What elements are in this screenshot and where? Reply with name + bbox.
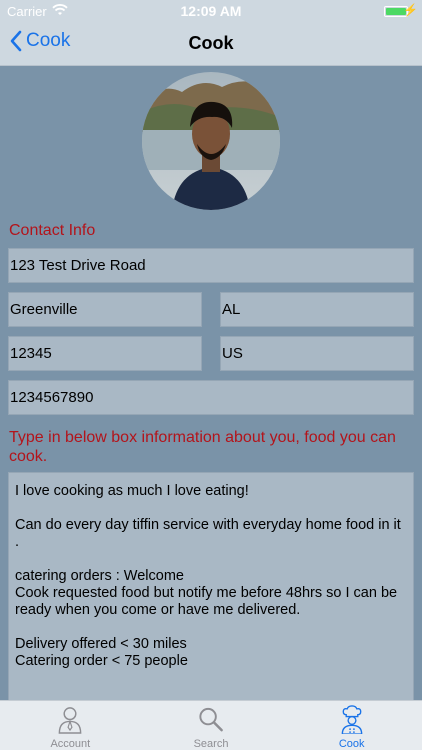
zip-field[interactable]: 12345 <box>8 336 202 371</box>
search-icon <box>199 707 223 732</box>
state-field[interactable]: AL <box>220 292 414 327</box>
address-field[interactable]: 123 Test Drive Road <box>8 248 414 283</box>
person-icon <box>58 707 82 734</box>
tab-search-label: Search <box>193 738 229 750</box>
city-field[interactable]: Greenville <box>8 292 202 327</box>
contact-info-heading: Contact Info <box>9 222 96 239</box>
charging-icon: ⚡ <box>403 3 418 17</box>
tab-search[interactable]: Search <box>141 701 282 750</box>
status-bar: Carrier 12:09 AM ⚡ <box>0 0 422 22</box>
about-textarea[interactable]: I love cooking as much I love eating! Ca… <box>8 472 414 702</box>
avatar <box>142 72 280 210</box>
about-heading: Type in below box information about you,… <box>9 429 396 465</box>
page-title: Cook <box>188 33 234 53</box>
tab-cook-label: Cook <box>338 738 365 750</box>
tab-cook[interactable]: Cook <box>281 701 422 750</box>
chef-icon <box>341 705 363 734</box>
tab-bar: Account Search Cook <box>0 700 422 750</box>
country-field[interactable]: US <box>220 336 414 371</box>
tab-account-label: Account <box>50 738 91 750</box>
navigation-bar: Cook Cook <box>0 22 422 66</box>
tab-account[interactable]: Account <box>0 701 141 750</box>
clock: 12:09 AM <box>180 3 242 19</box>
phone-field[interactable]: 1234567890 <box>8 380 414 415</box>
